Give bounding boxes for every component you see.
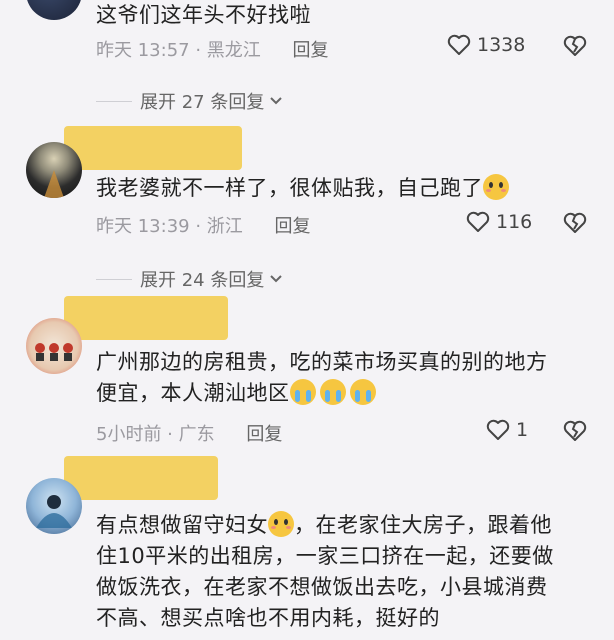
avatar[interactable]: [26, 142, 82, 198]
like-count: 1: [516, 419, 529, 441]
dislike-button[interactable]: [562, 34, 588, 62]
like-button[interactable]: 1: [486, 419, 528, 441]
like-count: 116: [496, 211, 533, 233]
broken-heart-icon: [563, 420, 587, 441]
heart-outline-icon: [447, 34, 471, 55]
crying-emoji-icon: [349, 379, 376, 405]
dislike-button[interactable]: [562, 419, 588, 447]
avatar[interactable]: [26, 478, 82, 534]
expand-replies-button[interactable]: 展开 24 条回复: [96, 266, 284, 292]
reply-button[interactable]: 回复: [275, 216, 311, 237]
like-count: 1338: [477, 34, 526, 56]
username-redaction: [64, 296, 228, 340]
reply-button[interactable]: 回复: [246, 424, 282, 445]
chevron-down-icon: [270, 275, 283, 283]
comment-text: 有点想做留守妇女 ，在老家住大房子，跟着他住10平米的出租房，一家三口挤在一起，还…: [96, 511, 554, 630]
broken-heart-icon: [563, 35, 587, 56]
comment-meta: 昨天 13:39 · 浙江 回复: [96, 212, 311, 238]
heart-outline-icon: [466, 211, 490, 232]
expand-replies-button[interactable]: 展开 27 条回复: [96, 88, 284, 114]
username-redaction: [64, 456, 218, 500]
avatar[interactable]: [26, 0, 82, 20]
broken-heart-icon: [563, 212, 587, 233]
avatar[interactable]: [26, 318, 82, 374]
comment-meta: 5小时前 · 广东 回复: [96, 420, 282, 446]
expand-replies-label: 展开 24 条回复: [140, 270, 265, 291]
heart-outline-icon: [486, 419, 510, 440]
comment-text: 广州那边的房租贵，吃的菜市场买真的别的地方便宜，本人潮汕地区: [96, 350, 548, 405]
laughing-emoji-icon: [268, 511, 294, 537]
divider: [96, 278, 132, 280]
chevron-down-icon: [270, 97, 283, 105]
crying-emoji-icon: [319, 379, 346, 405]
like-button[interactable]: 116: [466, 211, 532, 233]
expand-replies-label: 展开 27 条回复: [140, 92, 265, 113]
comment-time-location: 昨天 13:57 · 黑龙江: [96, 40, 261, 61]
comment-meta: 昨天 13:57 · 黑龙江 回复: [96, 36, 329, 62]
comment-time-location: 昨天 13:39 · 浙江: [96, 216, 243, 237]
reply-button[interactable]: 回复: [293, 40, 329, 61]
comment-text: 这爷们这年头不好找啦: [96, 3, 311, 27]
comment-text: 我老婆就不一样了，很体贴我，自己跑了: [96, 173, 566, 204]
divider: [96, 100, 132, 102]
flushed-emoji-icon: [483, 174, 509, 200]
like-button[interactable]: 1338: [447, 34, 525, 56]
dislike-button[interactable]: [562, 211, 588, 239]
crying-emoji-icon: [289, 379, 316, 405]
comment-time-location: 5小时前 · 广东: [96, 424, 215, 445]
username-redaction: [64, 126, 242, 170]
